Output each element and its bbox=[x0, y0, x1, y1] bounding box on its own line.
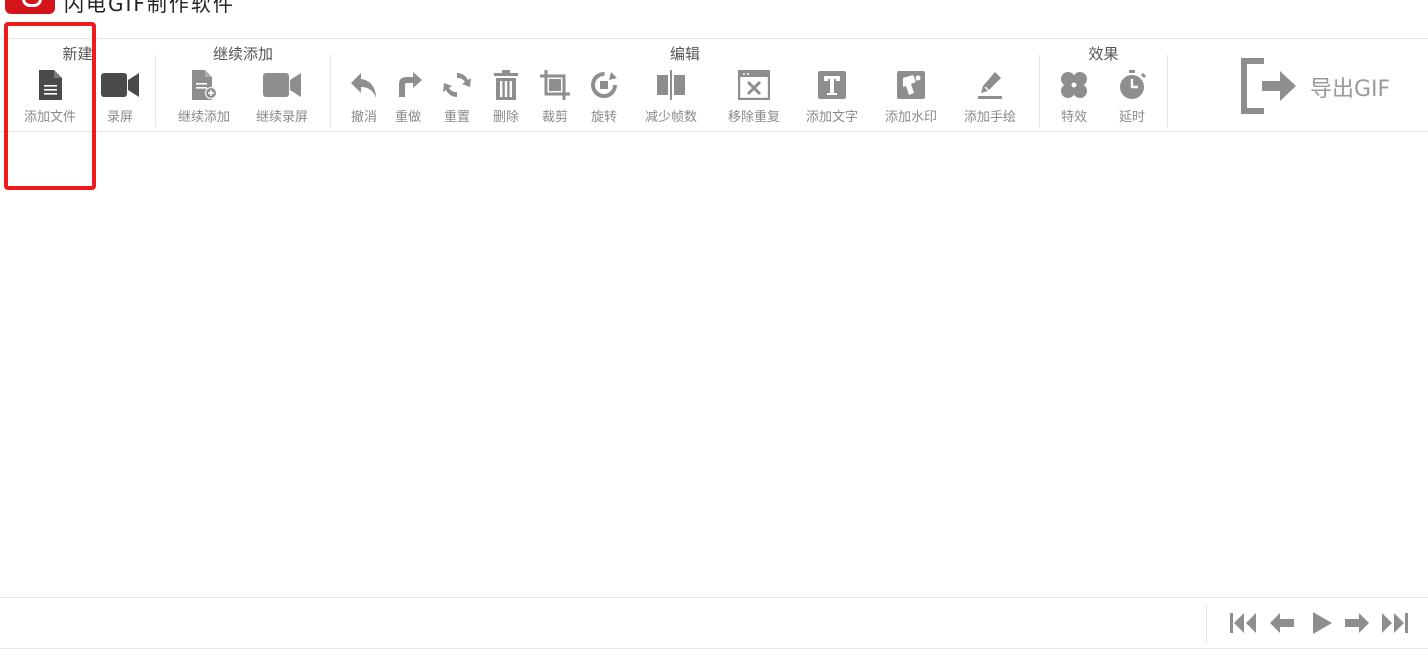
delete-label: 删除 bbox=[492, 110, 519, 125]
rotate-button[interactable]: 旋转 bbox=[583, 70, 625, 125]
first-frame-icon[interactable] bbox=[1229, 611, 1257, 635]
group-edit: 编辑 撤消 重做 重置 删除 裁剪 旋转 减少帧数 移除重复 添加文字 添加水印… bbox=[331, 39, 1039, 131]
delete-button[interactable]: 删除 bbox=[485, 70, 527, 125]
remove-frame-icon bbox=[738, 70, 770, 100]
last-frame-icon[interactable] bbox=[1381, 611, 1409, 635]
add-drawing-button[interactable]: 添加手绘 bbox=[957, 70, 1023, 125]
refresh-icon bbox=[443, 72, 471, 98]
delay-button[interactable]: 延时 bbox=[1112, 70, 1152, 125]
add-watermark-button[interactable]: 添加水印 bbox=[878, 70, 944, 125]
delay-label: 延时 bbox=[1118, 110, 1145, 125]
redo-button[interactable]: 重做 bbox=[387, 70, 429, 125]
trash-icon bbox=[494, 70, 518, 100]
divider bbox=[1167, 55, 1168, 127]
remove-duplicates-label: 移除重复 bbox=[727, 110, 780, 125]
add-text-label: 添加文字 bbox=[805, 110, 858, 125]
add-watermark-label: 添加水印 bbox=[884, 110, 937, 125]
timer-icon bbox=[1120, 70, 1147, 99]
text-icon bbox=[818, 71, 846, 99]
rotate-icon bbox=[591, 72, 617, 98]
export-gif-label: 导出GIF bbox=[1310, 77, 1391, 102]
split-frames-icon bbox=[657, 70, 685, 100]
redo-icon bbox=[399, 72, 422, 97]
undo-button[interactable]: 撤消 bbox=[343, 70, 385, 125]
group-effects-title: 效果 bbox=[1088, 45, 1119, 63]
add-document-icon bbox=[192, 70, 217, 100]
undo-icon bbox=[351, 73, 376, 98]
group-effects: 效果 特效 延时 bbox=[1040, 39, 1167, 131]
continue-record-label: 继续录屏 bbox=[255, 110, 308, 125]
title-bar: 闪电GIF制作软件 bbox=[0, 0, 1428, 39]
reduce-frames-button[interactable]: 减少帧数 bbox=[636, 70, 706, 125]
effects-label: 特效 bbox=[1060, 110, 1087, 125]
add-drawing-label: 添加手绘 bbox=[963, 110, 1016, 125]
app-logo-icon bbox=[5, 0, 55, 14]
app-title: 闪电GIF制作软件 bbox=[64, 0, 235, 16]
pen-icon bbox=[978, 72, 1002, 99]
undo-label: 撤消 bbox=[350, 110, 377, 125]
group-continue: 继续添加 继续添加 继续录屏 bbox=[156, 39, 330, 131]
group-continue-title: 继续添加 bbox=[212, 45, 273, 63]
next-frame-icon[interactable] bbox=[1343, 611, 1371, 635]
reduce-frames-label: 减少帧数 bbox=[644, 110, 697, 125]
crop-button[interactable]: 裁剪 bbox=[534, 70, 576, 125]
playback-bar bbox=[0, 597, 1428, 649]
play-icon[interactable] bbox=[1311, 611, 1333, 635]
reset-label: 重置 bbox=[443, 110, 470, 125]
workspace[interactable] bbox=[0, 132, 1428, 597]
previous-frame-icon[interactable] bbox=[1268, 611, 1296, 635]
record-button[interactable]: 录屏 bbox=[98, 70, 142, 125]
video-camera-icon bbox=[101, 73, 139, 97]
rotate-label: 旋转 bbox=[590, 110, 617, 125]
video-camera-icon bbox=[263, 73, 301, 97]
crop-icon bbox=[540, 70, 570, 100]
add-text-button[interactable]: 添加文字 bbox=[799, 70, 865, 125]
continue-add-button[interactable]: 继续添加 bbox=[170, 70, 238, 125]
group-edit-title: 编辑 bbox=[669, 45, 700, 63]
export-icon bbox=[1241, 58, 1296, 114]
clover-icon bbox=[1061, 72, 1087, 98]
divider bbox=[1206, 604, 1207, 644]
effects-button[interactable]: 特效 bbox=[1054, 70, 1094, 125]
stamp-icon bbox=[897, 71, 925, 99]
crop-label: 裁剪 bbox=[541, 110, 568, 125]
continue-add-label: 继续添加 bbox=[177, 110, 230, 125]
record-label: 录屏 bbox=[106, 110, 133, 125]
reset-button[interactable]: 重置 bbox=[435, 70, 479, 125]
redo-label: 重做 bbox=[394, 110, 421, 125]
remove-duplicates-button[interactable]: 移除重复 bbox=[720, 70, 788, 125]
export-gif-button[interactable]: 导出GIF bbox=[1240, 57, 1420, 117]
toolbar: 新建 添加文件 录屏 继续添加 继续添加 继续录屏 编辑 撤消 重做 重置 删除… bbox=[0, 39, 1428, 132]
continue-record-button[interactable]: 继续录屏 bbox=[250, 70, 314, 125]
